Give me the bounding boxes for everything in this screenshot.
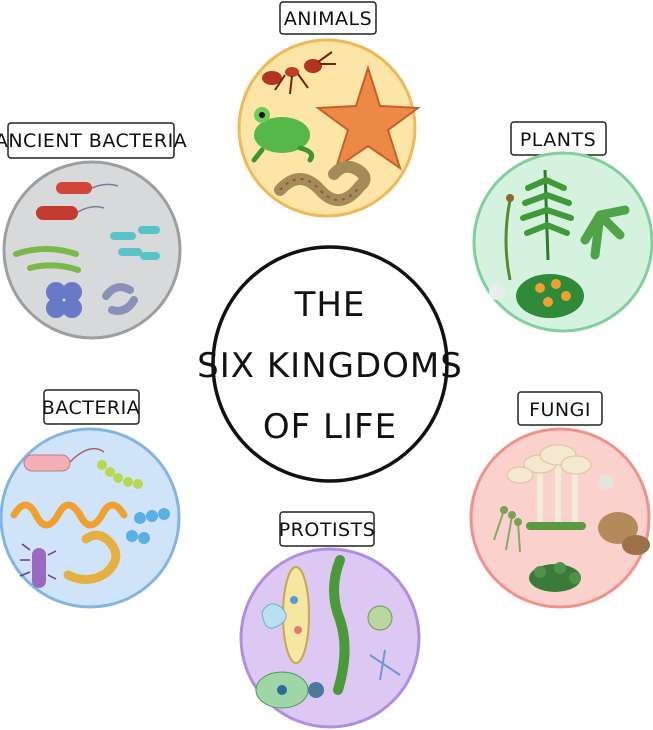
flowering-bush-icon <box>516 274 584 318</box>
kingdom-bacteria: BACTERIA <box>0 389 181 609</box>
center-title-circle: THE SIX KINGDOMS OF LIFE <box>197 245 463 483</box>
kingdom-protists: PROTISTS <box>239 511 421 729</box>
title-line-2: SIX KINGDOMS <box>197 346 463 386</box>
kingdom-fungi: FUNGI <box>469 391 651 609</box>
ancient-bacteria-label: ANCIENT BACTERIA <box>0 130 187 152</box>
title-line-3: OF LIFE <box>263 407 397 447</box>
plants-label: PLANTS <box>520 129 596 151</box>
bacteria-label: BACTERIA <box>42 397 140 419</box>
title-line-1: THE <box>294 285 366 325</box>
euglena-icon <box>255 671 309 709</box>
paramecium-icon <box>282 566 310 664</box>
fungi-label: FUNGI <box>529 399 591 421</box>
animals-label: ANIMALS <box>284 8 372 30</box>
kingdom-plants: PLANTS <box>472 121 653 333</box>
kingdom-ancient-bacteria: ANCIENT BACTERIA <box>0 122 187 340</box>
six-kingdoms-diagram: THE SIX KINGDOMS OF LIFE ANIMALS PLANTS … <box>0 1 653 729</box>
kingdom-animals: ANIMALS <box>237 1 421 218</box>
protists-label: PROTISTS <box>279 519 376 541</box>
